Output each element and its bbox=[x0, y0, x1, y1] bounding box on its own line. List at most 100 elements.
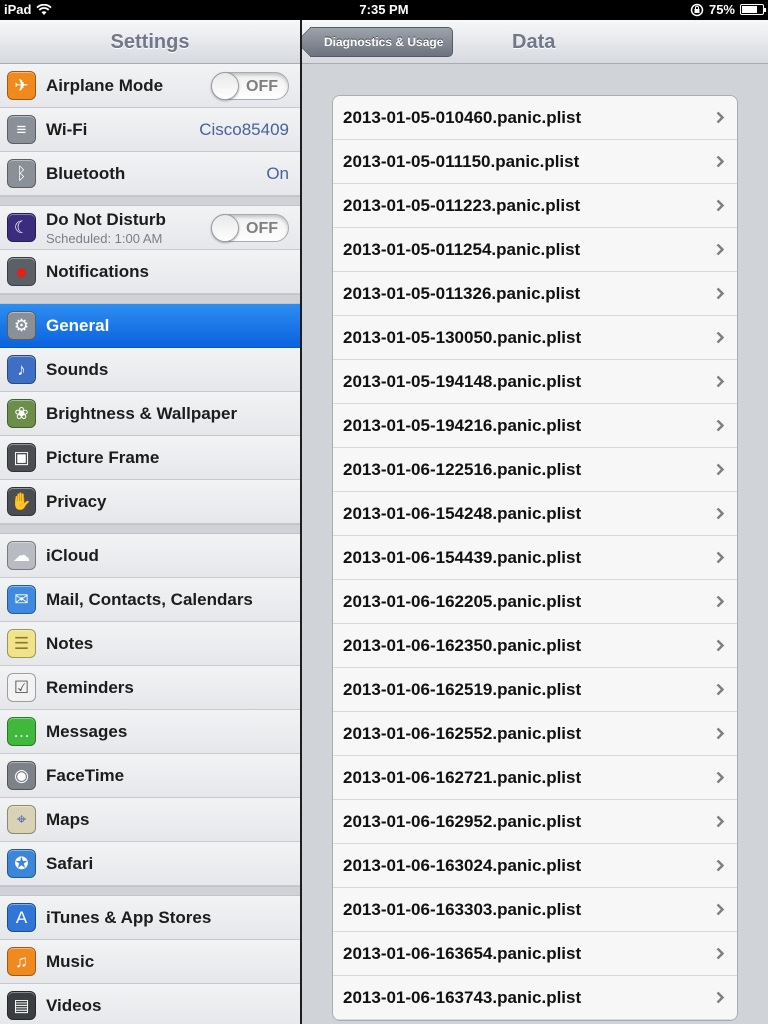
settings-item-mail-contacts-calendars[interactable]: ✉ Mail, Contacts, Calendars bbox=[0, 578, 300, 622]
file-name: 2013-01-05-011254.panic.plist bbox=[343, 239, 581, 259]
airplane-icon: ✈ bbox=[7, 71, 36, 100]
settings-item-label: Airplane Mode bbox=[46, 76, 163, 96]
settings-item-label: iCloud bbox=[46, 546, 99, 566]
file-row[interactable]: 2013-01-06-163024.panic.plist bbox=[333, 844, 737, 888]
settings-item-label: Notifications bbox=[46, 262, 149, 282]
file-row[interactable]: 2013-01-05-011326.panic.plist bbox=[333, 272, 737, 316]
file-row[interactable]: 2013-01-06-162952.panic.plist bbox=[333, 800, 737, 844]
file-row[interactable]: 2013-01-05-011254.panic.plist bbox=[333, 228, 737, 272]
settings-item-privacy[interactable]: ✋ Privacy bbox=[0, 480, 300, 524]
file-row[interactable]: 2013-01-06-162519.panic.plist bbox=[333, 668, 737, 712]
file-row[interactable]: 2013-01-06-162721.panic.plist bbox=[333, 756, 737, 800]
toggle-switch[interactable]: OFF bbox=[211, 72, 289, 100]
settings-item-general[interactable]: ⚙ General bbox=[0, 304, 300, 348]
panic-file-list: 2013-01-05-010460.panic.plist 2013-01-05-… bbox=[332, 95, 738, 1021]
settings-item-label: Notes bbox=[46, 634, 93, 654]
file-row[interactable]: 2013-01-05-194148.panic.plist bbox=[333, 360, 737, 404]
file-row[interactable]: 2013-01-06-162205.panic.plist bbox=[333, 580, 737, 624]
compass-icon: ✪ bbox=[7, 849, 36, 878]
section-separator bbox=[0, 294, 300, 304]
settings-item-icloud[interactable]: ☁ iCloud bbox=[0, 534, 300, 578]
settings-item-notes[interactable]: ☰ Notes bbox=[0, 622, 300, 666]
settings-item-wi-fi[interactable]: ≡ Wi-Fi Cisco85409 bbox=[0, 108, 300, 152]
chevron-right-icon bbox=[716, 199, 724, 212]
settings-item-videos[interactable]: ▤ Videos bbox=[0, 984, 300, 1024]
chevron-right-icon bbox=[716, 375, 724, 388]
notifications-icon: ● bbox=[7, 257, 36, 286]
file-row[interactable]: 2013-01-06-163743.panic.plist bbox=[333, 976, 737, 1020]
file-row[interactable]: 2013-01-06-163654.panic.plist bbox=[333, 932, 737, 976]
file-name: 2013-01-06-162552.panic.plist bbox=[343, 723, 582, 743]
settings-item-reminders[interactable]: ☑ Reminders bbox=[0, 666, 300, 710]
settings-item-label: Sounds bbox=[46, 360, 108, 380]
settings-item-picture-frame[interactable]: ▣ Picture Frame bbox=[0, 436, 300, 480]
file-row[interactable]: 2013-01-06-154248.panic.plist bbox=[333, 492, 737, 536]
settings-item-maps[interactable]: ⌖ Maps bbox=[0, 798, 300, 842]
settings-item-do-not-disturb[interactable]: ☾ Do Not Disturb Scheduled: 1:00 AM OFF bbox=[0, 206, 300, 250]
toggle-switch[interactable]: OFF bbox=[211, 214, 289, 242]
settings-item-title: iTunes & App Stores bbox=[46, 907, 212, 927]
chevron-right-icon bbox=[716, 683, 724, 696]
settings-item-airplane-mode[interactable]: ✈ Airplane Mode OFF bbox=[0, 64, 300, 108]
music-note-icon: ♫ bbox=[7, 947, 36, 976]
chevron-right-icon bbox=[716, 243, 724, 256]
settings-item-title: Sounds bbox=[46, 359, 109, 379]
chevron-right-icon bbox=[716, 991, 724, 1004]
file-row[interactable]: 2013-01-06-163303.panic.plist bbox=[333, 888, 737, 932]
settings-item-label: Safari bbox=[46, 854, 93, 874]
hand-icon: ✋ bbox=[7, 487, 36, 516]
file-name: 2013-01-05-010460.panic.plist bbox=[343, 107, 582, 127]
settings-item-bluetooth[interactable]: ᛒ Bluetooth On bbox=[0, 152, 300, 196]
clapperboard-icon: ▤ bbox=[7, 991, 36, 1020]
file-name: 2013-01-05-194216.panic.plist bbox=[343, 415, 582, 435]
status-time: 7:35 PM bbox=[359, 2, 409, 17]
battery-icon bbox=[740, 4, 766, 15]
file-row[interactable]: 2013-01-06-154439.panic.plist bbox=[333, 536, 737, 580]
battery-percent: 75% bbox=[708, 2, 735, 17]
notes-icon: ☰ bbox=[7, 629, 36, 658]
settings-item-label: Messages bbox=[46, 722, 127, 742]
file-name: 2013-01-06-163654.panic.plist bbox=[343, 943, 582, 963]
section-separator bbox=[0, 524, 300, 534]
file-row[interactable]: 2013-01-05-011223.panic.plist bbox=[333, 184, 737, 228]
settings-item-facetime[interactable]: ◉ FaceTime bbox=[0, 754, 300, 798]
master-navbar: Settings bbox=[0, 20, 300, 64]
settings-item-title: Bluetooth bbox=[46, 163, 126, 183]
file-name: 2013-01-05-011326.panic.plist bbox=[343, 283, 581, 303]
settings-item-title: Do Not Disturb bbox=[46, 209, 166, 229]
chevron-right-icon bbox=[716, 595, 724, 608]
settings-item-safari[interactable]: ✪ Safari bbox=[0, 842, 300, 886]
section-separator bbox=[0, 196, 300, 206]
file-name: 2013-01-05-011223.panic.plist bbox=[343, 195, 581, 215]
settings-item-music[interactable]: ♫ Music bbox=[0, 940, 300, 984]
file-name: 2013-01-06-162205.panic.plist bbox=[343, 591, 582, 611]
file-row[interactable]: 2013-01-05-011150.panic.plist bbox=[333, 140, 737, 184]
file-row[interactable]: 2013-01-06-162350.panic.plist bbox=[333, 624, 737, 668]
chevron-right-icon bbox=[716, 727, 724, 740]
file-row[interactable]: 2013-01-05-010460.panic.plist bbox=[333, 96, 737, 140]
chevron-right-icon bbox=[716, 507, 724, 520]
settings-item-messages[interactable]: … Messages bbox=[0, 710, 300, 754]
chevron-right-icon bbox=[716, 331, 724, 344]
settings-item-brightness-wallpaper[interactable]: ❀ Brightness & Wallpaper bbox=[0, 392, 300, 436]
file-row[interactable]: 2013-01-06-122516.panic.plist bbox=[333, 448, 737, 492]
chevron-right-icon bbox=[716, 287, 724, 300]
file-row[interactable]: 2013-01-06-162552.panic.plist bbox=[333, 712, 737, 756]
settings-item-itunes-app-stores[interactable]: AiTunes & App Stores bbox=[0, 896, 300, 940]
settings-item-title: Music bbox=[46, 951, 95, 971]
file-row[interactable]: 2013-01-05-194216.panic.plist bbox=[333, 404, 737, 448]
file-row[interactable]: 2013-01-05-130050.panic.plist bbox=[333, 316, 737, 360]
chevron-right-icon bbox=[716, 111, 724, 124]
chevron-right-icon bbox=[716, 551, 724, 564]
back-button[interactable]: Diagnostics & Usage bbox=[310, 27, 454, 57]
settings-item-value: On bbox=[266, 163, 289, 183]
settings-item-label: General bbox=[46, 316, 109, 336]
settings-item-title: Airplane Mode bbox=[46, 75, 164, 95]
settings-item-label: Videos bbox=[46, 996, 101, 1016]
settings-master-panel: Settings ✈ Airplane Mode OFF ≡ Wi-Fi Cisco854… bbox=[0, 20, 300, 1024]
toggle-knob bbox=[211, 72, 239, 100]
settings-item-title: Privacy bbox=[46, 491, 107, 511]
settings-item-notifications[interactable]: ● Notifications bbox=[0, 250, 300, 294]
file-name: 2013-01-06-162721.panic.plist bbox=[343, 767, 582, 787]
settings-item-sounds[interactable]: ♪ Sounds bbox=[0, 348, 300, 392]
